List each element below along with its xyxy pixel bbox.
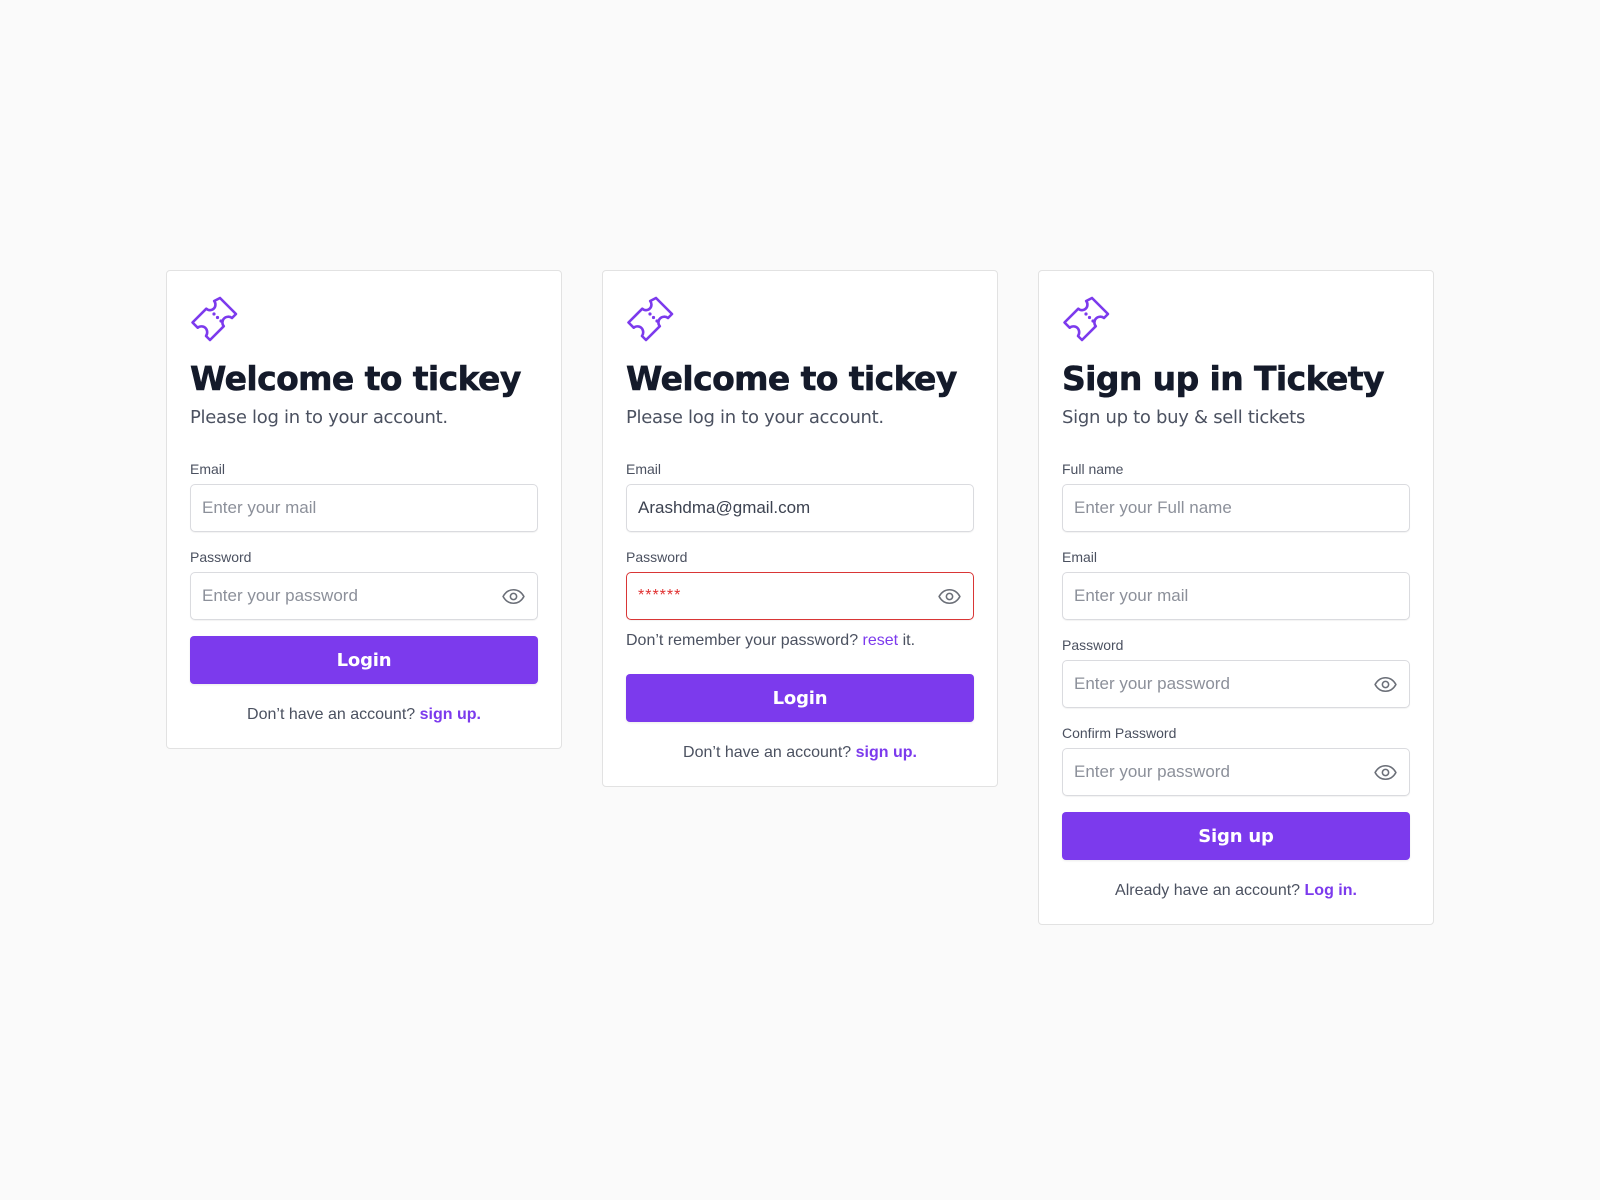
- confirm-password-label: Confirm Password: [1062, 725, 1177, 741]
- reset-password-link[interactable]: reset: [863, 632, 899, 649]
- eye-icon[interactable]: [937, 584, 962, 609]
- signup-card: Sign up in Tickety Sign up to buy & sell…: [1038, 270, 1434, 925]
- password-label: Password: [626, 549, 688, 565]
- signup-prompt-text: Don’t have an account?: [683, 744, 852, 761]
- login-card: Welcome to tickey Please log in to your …: [166, 270, 562, 749]
- password-field-wrap: [1062, 660, 1410, 708]
- login-link[interactable]: Log in.: [1305, 882, 1357, 899]
- signup-subtitle: Sign up to buy & sell tickets: [1062, 407, 1306, 428]
- login-form: Email Password Don’t remember your passw…: [626, 460, 974, 764]
- email-label: Email: [1062, 549, 1098, 565]
- signup-button[interactable]: Sign up: [1062, 812, 1410, 860]
- fullname-input[interactable]: [1063, 485, 1409, 531]
- email-label: Email: [190, 461, 226, 477]
- eye-icon[interactable]: [501, 584, 526, 609]
- email-field-wrap: [190, 484, 538, 532]
- signup-prompt: Don’t have an account? sign up.: [626, 742, 974, 764]
- signup-prompt: Don’t have an account? sign up.: [190, 704, 538, 726]
- email-field-wrap: [626, 484, 974, 532]
- login-prompt: Already have an account? Log in.: [1062, 880, 1410, 902]
- login-subtitle: Please log in to your account.: [626, 407, 884, 428]
- email-input[interactable]: [1063, 573, 1409, 619]
- confirm-password-input[interactable]: [1063, 749, 1409, 795]
- ticket-icon: [189, 295, 239, 345]
- email-input[interactable]: [627, 485, 973, 531]
- signup-prompt-text: Don’t have an account?: [247, 706, 416, 723]
- ticket-icon: [625, 295, 675, 345]
- signup-link[interactable]: sign up.: [856, 744, 917, 761]
- signup-form: Full name Email Password Confirm Passwor…: [1062, 460, 1410, 902]
- confirm-password-field-wrap: [1062, 748, 1410, 796]
- password-field-wrap-error: [626, 572, 974, 620]
- page: Welcome to tickey Please log in to your …: [0, 0, 1600, 1200]
- eye-icon[interactable]: [1373, 760, 1398, 785]
- email-field-wrap: [1062, 572, 1410, 620]
- password-input[interactable]: [1063, 661, 1409, 707]
- hint-text: Don’t remember your password?: [626, 632, 859, 649]
- password-label: Password: [1062, 637, 1124, 653]
- login-title: Welcome to tickey: [190, 359, 522, 399]
- signup-link[interactable]: sign up.: [420, 706, 481, 723]
- ticket-icon: [1061, 295, 1111, 345]
- password-input[interactable]: [627, 573, 973, 619]
- email-label: Email: [626, 461, 662, 477]
- password-label: Password: [190, 549, 252, 565]
- password-field-wrap: [190, 572, 538, 620]
- password-hint: Don’t remember your password? reset it.: [626, 630, 974, 652]
- login-button[interactable]: Login: [190, 636, 538, 684]
- login-prompt-text: Already have an account?: [1115, 882, 1301, 899]
- password-input[interactable]: [191, 573, 537, 619]
- fullname-label: Full name: [1062, 461, 1124, 477]
- login-title: Welcome to tickey: [626, 359, 958, 399]
- login-error-card: Welcome to tickey Please log in to your …: [602, 270, 998, 787]
- login-button[interactable]: Login: [626, 674, 974, 722]
- hint-suffix: it.: [902, 632, 916, 649]
- login-subtitle: Please log in to your account.: [190, 407, 448, 428]
- eye-icon[interactable]: [1373, 672, 1398, 697]
- login-form: Email Password Login Don’t have an accou…: [190, 460, 538, 726]
- email-input[interactable]: [191, 485, 537, 531]
- signup-title: Sign up in Tickety: [1062, 359, 1385, 399]
- fullname-field-wrap: [1062, 484, 1410, 532]
